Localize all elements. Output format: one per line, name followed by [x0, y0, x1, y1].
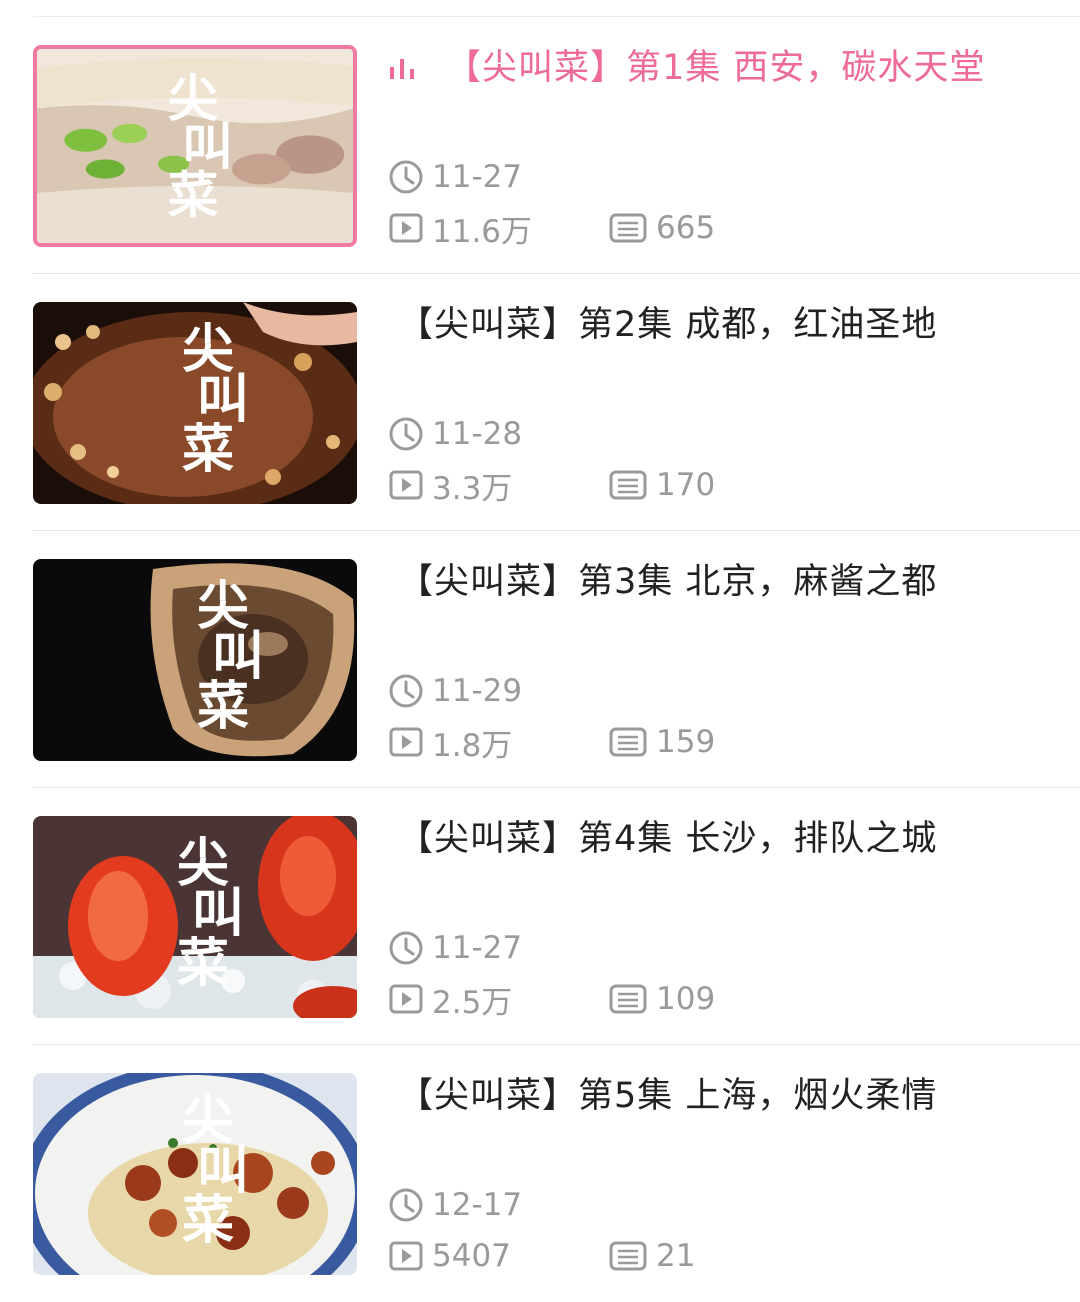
- episode-item[interactable]: 尖 叫 菜 【尖叫菜】第3集 北京，麻酱之都 11-29 1.8万 159: [0, 531, 1080, 788]
- episode-thumbnail[interactable]: 尖 叫 菜: [33, 816, 357, 1018]
- changsha-crayfish-thumbnail: 尖 叫 菜: [33, 816, 357, 1018]
- episode-stats: 11.6万 665: [388, 206, 715, 251]
- beijing-sesame-thumbnail: 尖 叫 菜: [33, 559, 357, 761]
- clock-icon: [389, 417, 423, 451]
- episode-list: 尖 叫 菜 【尖叫菜】第1集 西安，碳水天堂 11-27 11.6万 665 尖…: [0, 17, 1080, 1302]
- episode-thumbnail[interactable]: 尖 叫 菜: [33, 1073, 357, 1275]
- clock-icon: [389, 1188, 423, 1222]
- episode-thumbnail[interactable]: 尖 叫 菜: [33, 45, 357, 247]
- comment-count-text: 21: [656, 1238, 696, 1274]
- episode-date: 11-27: [388, 157, 522, 197]
- play-count: 5407: [388, 1238, 608, 1274]
- comment-list-icon: [609, 984, 647, 1014]
- episode-item[interactable]: 尖 叫 菜 【尖叫菜】第4集 长沙，排队之城 11-27 2.5万 109: [0, 788, 1080, 1045]
- chengdu-redoil-thumbnail: 尖 叫 菜: [33, 302, 357, 504]
- episode-item[interactable]: 尖 叫 菜 【尖叫菜】第5集 上海，烟火柔情 12-17 5407 21: [0, 1045, 1080, 1302]
- play-count-text: 5407: [432, 1238, 511, 1274]
- play-box-icon: [389, 213, 423, 243]
- play-count: 3.3万: [388, 463, 608, 508]
- play-box-icon: [389, 470, 423, 500]
- episode-date: 11-27: [388, 928, 522, 968]
- shanghai-noodles-thumbnail: 尖 叫 菜: [33, 1073, 357, 1275]
- comment-count-text: 170: [656, 467, 716, 503]
- comment-count: 665: [608, 210, 715, 246]
- episode-item[interactable]: 尖 叫 菜 【尖叫菜】第1集 西安，碳水天堂 11-27 11.6万 665: [0, 17, 1080, 274]
- play-count-text: 1.8万: [432, 727, 513, 764]
- play-count: 1.8万: [388, 720, 608, 765]
- episode-thumbnail[interactable]: 尖 叫 菜: [33, 302, 357, 504]
- episode-date: 11-29: [388, 671, 522, 711]
- episode-thumbnail[interactable]: 尖 叫 菜: [33, 559, 357, 761]
- svg-text:菜: 菜: [177, 933, 229, 994]
- comment-count: 109: [608, 981, 715, 1017]
- comment-count: 159: [608, 724, 715, 760]
- play-count: 2.5万: [388, 977, 608, 1022]
- comment-count: 21: [608, 1238, 695, 1274]
- date-text: 11-27: [432, 930, 523, 966]
- episode-title[interactable]: 【尖叫菜】第2集 成都，红油圣地: [398, 300, 937, 350]
- play-box-icon: [389, 1241, 423, 1271]
- episode-stats: 3.3万 170: [388, 463, 715, 508]
- comment-count: 170: [608, 467, 715, 503]
- comment-count-text: 159: [656, 724, 716, 760]
- clock-icon: [389, 160, 423, 194]
- date-text: 11-27: [432, 159, 523, 195]
- episode-date: 12-17: [388, 1185, 522, 1225]
- comment-count-text: 665: [656, 210, 716, 246]
- date-text: 11-28: [432, 416, 523, 452]
- date-text: 11-29: [432, 673, 523, 709]
- clock-icon: [389, 931, 423, 965]
- play-count-text: 3.3万: [432, 470, 513, 507]
- episode-title[interactable]: 【尖叫菜】第5集 上海，烟火柔情: [398, 1071, 937, 1121]
- play-count: 11.6万: [388, 206, 608, 251]
- comment-list-icon: [609, 1241, 647, 1271]
- play-count-text: 2.5万: [432, 984, 513, 1021]
- svg-text:菜: 菜: [197, 676, 249, 737]
- episode-title[interactable]: 【尖叫菜】第1集 西安，碳水天堂: [446, 43, 985, 93]
- comment-list-icon: [609, 470, 647, 500]
- svg-text:菜: 菜: [182, 419, 234, 480]
- svg-text:菜: 菜: [182, 1190, 234, 1251]
- xian-sandwich-thumbnail: 尖 叫 菜: [37, 49, 353, 243]
- svg-text:菜: 菜: [168, 166, 219, 225]
- equalizer-bars-icon: [390, 59, 414, 79]
- clock-icon: [389, 674, 423, 708]
- episode-date: 11-28: [388, 414, 522, 454]
- play-box-icon: [389, 727, 423, 757]
- comment-count-text: 109: [656, 981, 716, 1017]
- play-count-text: 11.6万: [432, 213, 533, 250]
- episode-item[interactable]: 尖 叫 菜 【尖叫菜】第2集 成都，红油圣地 11-28 3.3万 170: [0, 274, 1080, 531]
- comment-list-icon: [609, 213, 647, 243]
- comment-list-icon: [609, 727, 647, 757]
- play-box-icon: [389, 984, 423, 1014]
- date-text: 12-17: [432, 1187, 523, 1223]
- episode-stats: 2.5万 109: [388, 977, 715, 1022]
- episode-stats: 5407 21: [388, 1236, 695, 1276]
- episode-stats: 1.8万 159: [388, 720, 715, 765]
- episode-title[interactable]: 【尖叫菜】第4集 长沙，排队之城: [398, 814, 937, 864]
- episode-title[interactable]: 【尖叫菜】第3集 北京，麻酱之都: [398, 557, 937, 607]
